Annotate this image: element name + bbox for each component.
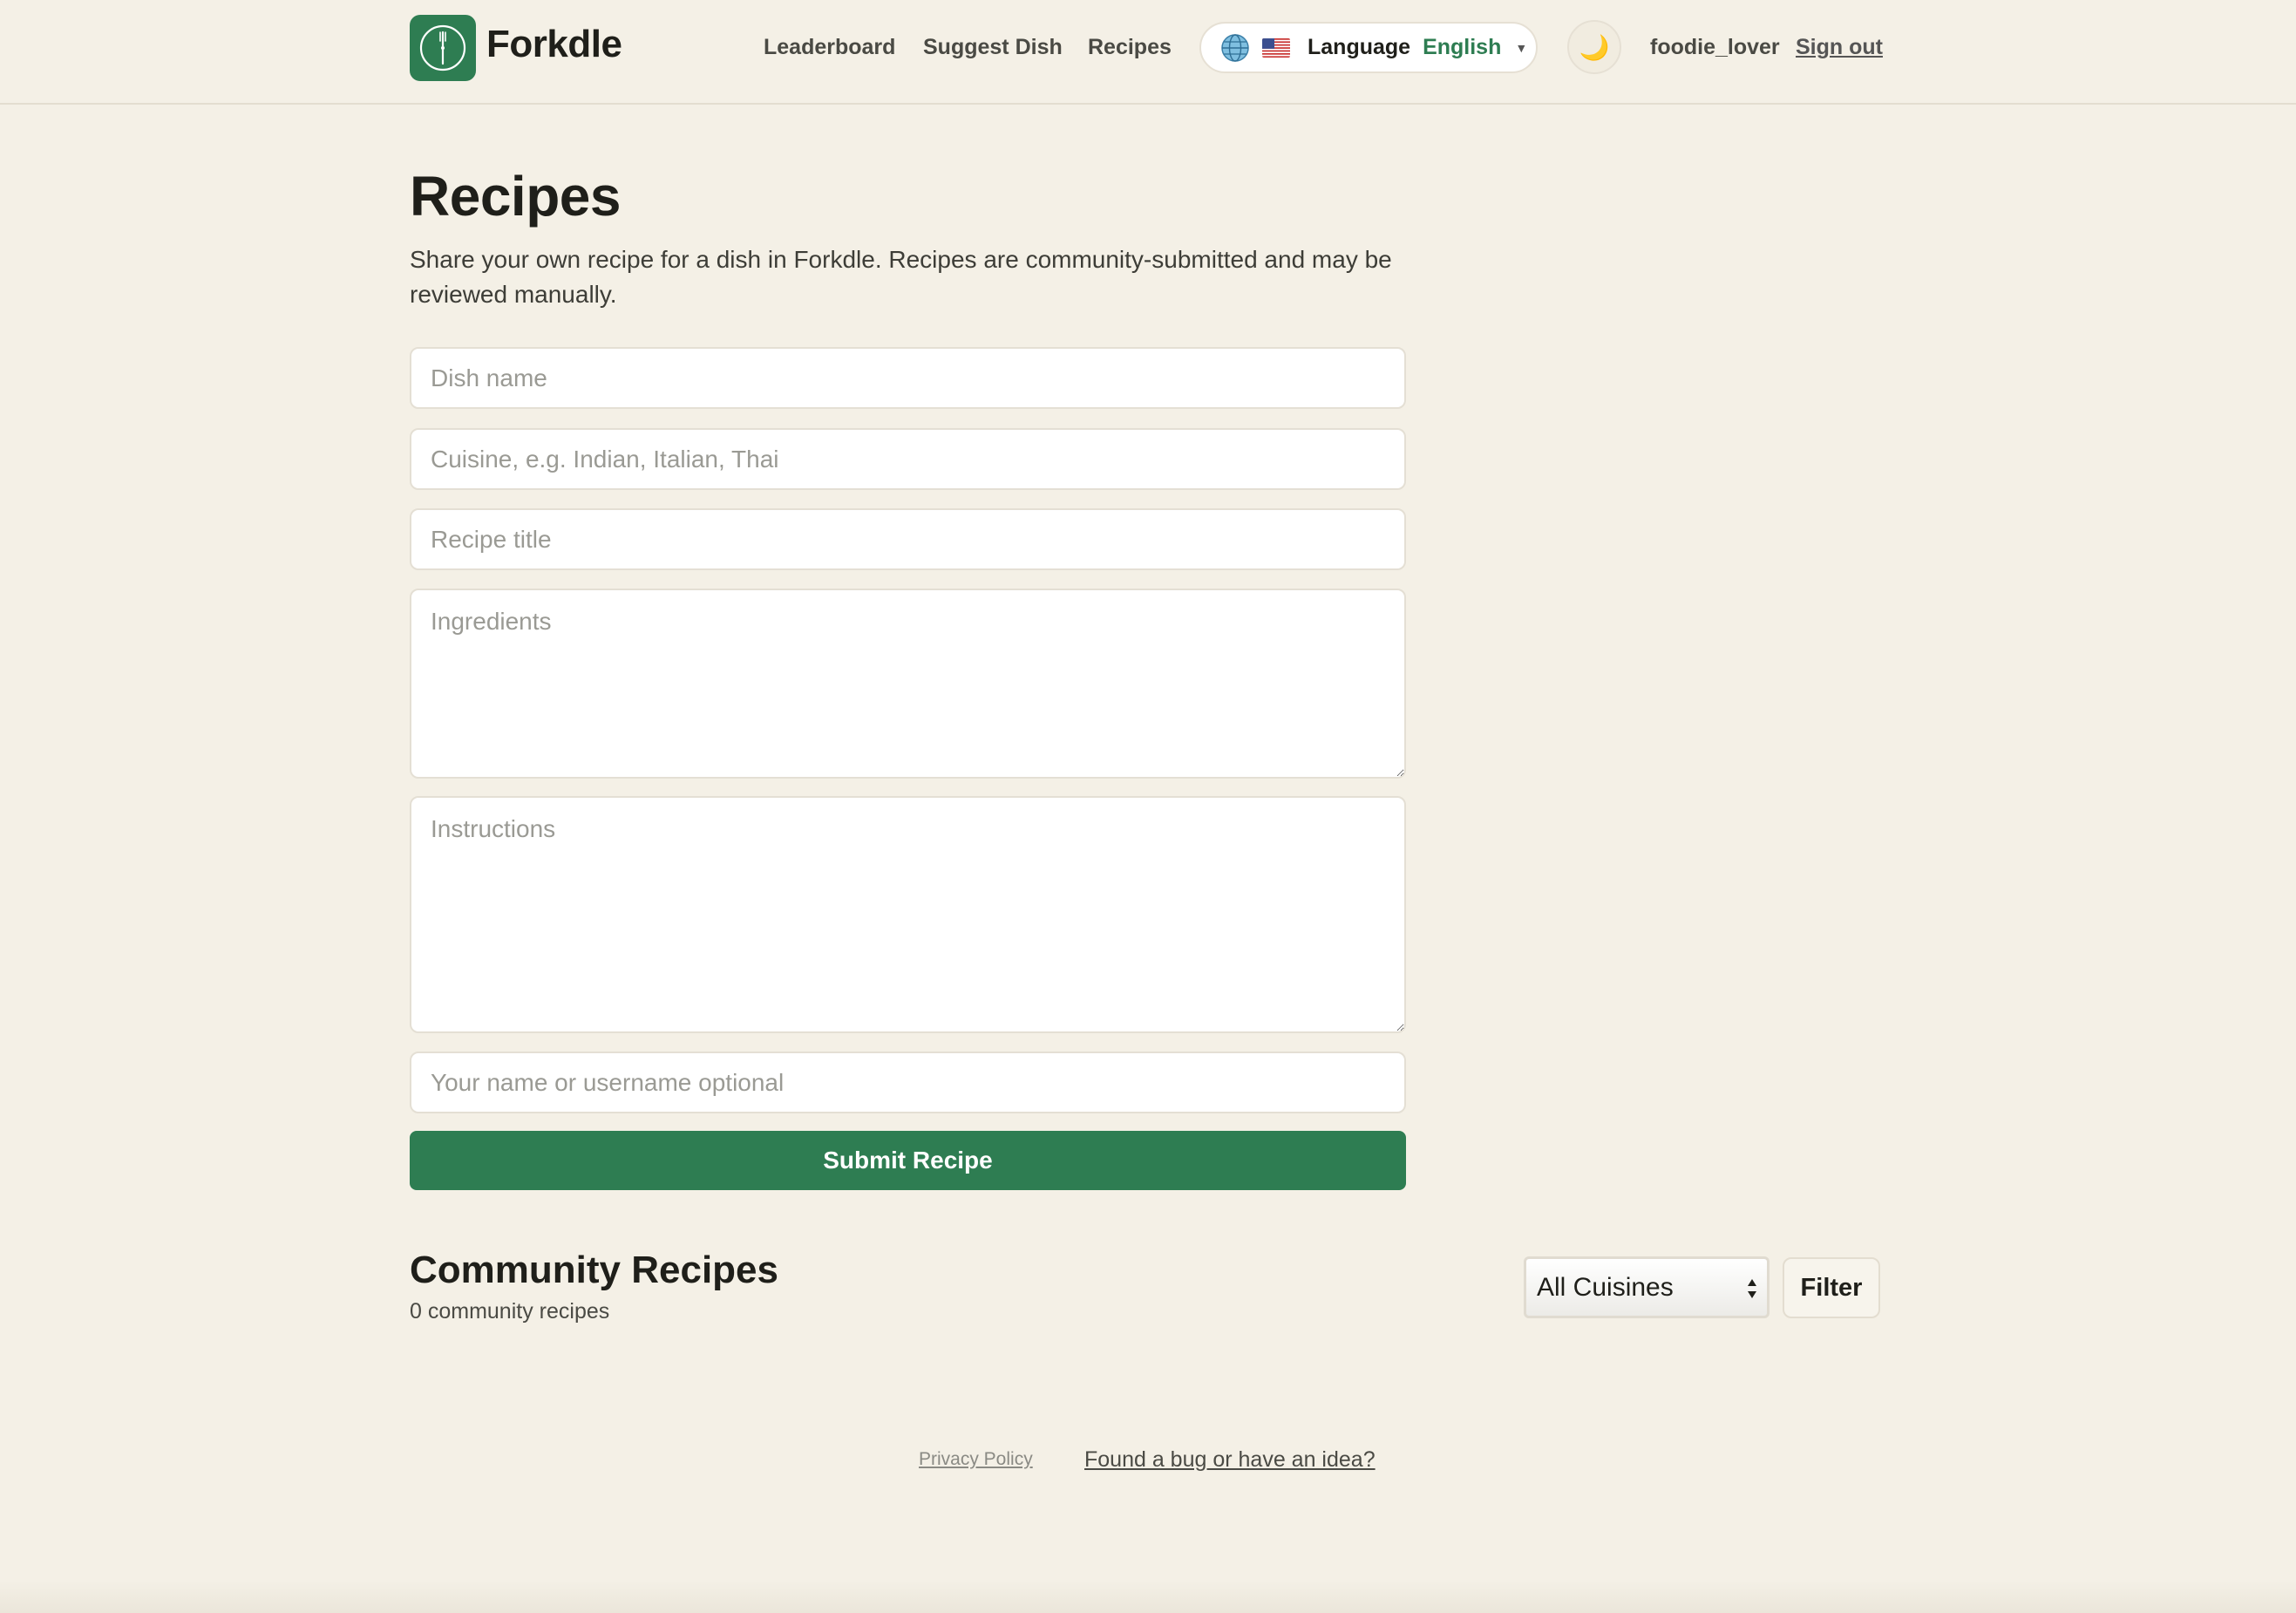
recipe-title-input[interactable]: [410, 508, 1406, 570]
instructions-textarea[interactable]: [410, 796, 1406, 1033]
filter-button[interactable]: Filter: [1783, 1257, 1880, 1318]
page-title: Recipes: [410, 165, 621, 228]
dish-name-input[interactable]: [410, 347, 1406, 409]
community-recipes-count: 0 community recipes: [410, 1299, 610, 1324]
sign-out-link[interactable]: Sign out: [1796, 35, 1883, 60]
author-name-input[interactable]: [410, 1052, 1406, 1113]
ingredients-textarea[interactable]: [410, 589, 1406, 779]
us-flag-icon: [1262, 37, 1290, 58]
cuisine-filter-select[interactable]: All Cuisines: [1524, 1256, 1770, 1318]
language-value: English: [1423, 35, 1502, 59]
select-arrows-icon: [1748, 1279, 1756, 1298]
language-label: Language: [1308, 35, 1411, 59]
privacy-policy-link[interactable]: Privacy Policy: [919, 1449, 1033, 1470]
cuisine-input[interactable]: [410, 428, 1406, 490]
cuisine-filter-value: All Cuisines: [1537, 1272, 1674, 1302]
feedback-link[interactable]: Found a bug or have an idea?: [1084, 1447, 1376, 1473]
community-recipes-title: Community Recipes: [410, 1249, 778, 1291]
brand-name[interactable]: Forkdle: [486, 23, 622, 66]
page-intro: Share your own recipe for a dish in Fork…: [410, 246, 1392, 308]
submit-recipe-button[interactable]: Submit Recipe: [410, 1131, 1406, 1190]
globe-icon: [1221, 33, 1249, 62]
username: foodie_lover: [1650, 35, 1780, 59]
nav-link-leaderboard[interactable]: Leaderboard: [764, 35, 895, 60]
top-navigation-bar: Forkdle Leaderboard Suggest Dish Recipes…: [0, 0, 2296, 105]
chevron-down-icon: ▼: [1515, 40, 1528, 55]
forkdle-logo-icon[interactable]: [410, 15, 476, 81]
theme-toggle-button[interactable]: 🌙: [1567, 20, 1621, 74]
moon-icon: 🌙: [1579, 33, 1610, 61]
nav-link-recipes[interactable]: Recipes: [1088, 35, 1172, 60]
language-selector[interactable]: Language English ▼: [1199, 22, 1538, 73]
page-bottom-edge: [0, 1580, 2296, 1613]
nav-link-suggest-dish[interactable]: Suggest Dish: [923, 35, 1063, 60]
